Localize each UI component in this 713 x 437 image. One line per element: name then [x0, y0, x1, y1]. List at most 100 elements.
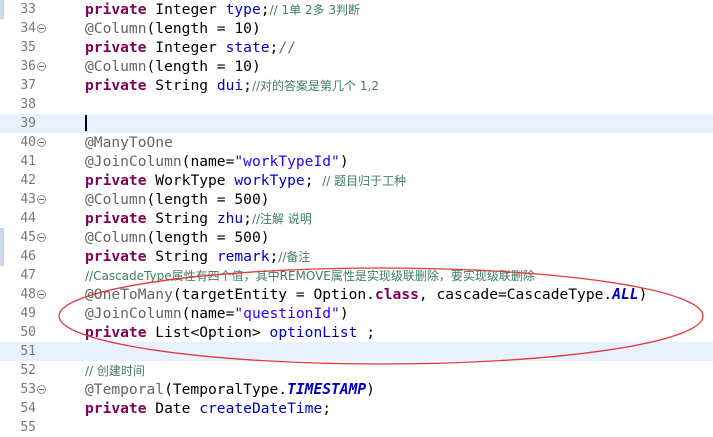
code-line[interactable]: 39 — [0, 114, 713, 133]
code-token: state — [225, 39, 270, 56]
code-line[interactable]: 40 @ManyToOne — [0, 133, 713, 152]
code-token: //备注 — [278, 250, 311, 264]
code-token: Integer — [146, 1, 226, 18]
code-token: workType — [234, 172, 305, 189]
code-line[interactable]: 54 private Date createDateTime; — [0, 399, 713, 418]
code-token: @Column — [85, 191, 147, 208]
code-line[interactable]: 34 @Column(length = 10) — [0, 19, 713, 38]
code-token: @Temporal — [85, 381, 165, 398]
code-token: //对的答案是第几个 1,2 — [251, 79, 379, 93]
code-token: ) — [339, 153, 349, 170]
code-editor[interactable]: 33 private Integer type;// 1单 2多 3判断 34 @Co… — [0, 0, 713, 437]
line-number: 48 — [20, 287, 36, 302]
line-number: 36 — [20, 59, 36, 74]
line-number: 53 — [20, 382, 36, 397]
code-token: @JoinColumn — [85, 153, 182, 170]
code-text: private Integer type;// 1单 2多 3判断 — [85, 0, 360, 20]
code-text: @Temporal(TemporalType.TIMESTAMP) — [85, 380, 375, 399]
line-number: 44 — [20, 211, 36, 226]
code-text: @Column(length = 500) — [85, 228, 270, 247]
code-line[interactable]: 33 private Integer type;// 1单 2多 3判断 — [0, 0, 713, 19]
code-token: (length = 500) — [146, 191, 270, 208]
code-token: private — [85, 248, 147, 265]
code-token: Integer — [146, 39, 226, 56]
code-token: "workTypeId" — [234, 153, 340, 170]
code-line[interactable]: 38 — [0, 95, 713, 114]
fold-toggle-icon[interactable] — [37, 385, 46, 394]
code-token: private — [85, 172, 147, 189]
code-token: ; — [243, 210, 252, 227]
line-number: 40 — [20, 135, 36, 150]
line-number: 34 — [20, 21, 36, 36]
code-token: (length = 500) — [146, 229, 270, 246]
line-number: 55 — [20, 420, 36, 435]
code-token: @ManyToOne — [85, 134, 173, 151]
code-token: ) — [366, 381, 375, 398]
code-token: @Column — [85, 229, 147, 246]
line-number: 38 — [20, 97, 36, 112]
code-token: private — [85, 77, 147, 94]
code-token: String — [146, 210, 217, 227]
code-text: @JoinColumn(name="workTypeId") — [85, 152, 349, 171]
code-token: ; — [260, 1, 270, 18]
code-token: Date — [146, 400, 200, 417]
code-line[interactable]: 36 @Column(length = 10) — [0, 57, 713, 76]
fold-toggle-icon[interactable] — [37, 138, 46, 147]
code-line[interactable]: 53 @Temporal(TemporalType.TIMESTAMP) — [0, 380, 713, 399]
code-token: ; — [269, 248, 279, 265]
code-token: @Column — [85, 20, 147, 37]
code-token: ; — [322, 400, 332, 417]
line-number: 46 — [20, 249, 36, 264]
code-token: private — [85, 39, 147, 56]
line-number: 33 — [20, 2, 36, 17]
code-line[interactable]: 37 private String dui;//对的答案是第几个 1,2 — [0, 76, 713, 95]
line-number: 52 — [20, 363, 36, 378]
code-text: @Column(length = 10) — [85, 19, 261, 38]
code-token: //注解 说明 — [251, 212, 312, 226]
code-token: @Column — [85, 58, 147, 75]
code-token: (TemporalType. — [164, 381, 288, 398]
line-number: 43 — [20, 192, 36, 207]
code-text: private String zhu;//注解 说明 — [85, 209, 312, 229]
line-number: 39 — [20, 116, 36, 131]
code-token: type — [225, 1, 261, 18]
code-token: private — [85, 1, 147, 18]
line-number: 47 — [20, 268, 36, 283]
code-line[interactable]: 55 — [0, 418, 713, 437]
code-text: private Integer state;// — [85, 38, 296, 57]
code-token: ; — [304, 172, 323, 189]
code-token: private — [85, 210, 147, 227]
code-token: // 题目归于工种 — [322, 174, 407, 188]
code-text: @ManyToOne — [85, 133, 173, 152]
fold-toggle-icon[interactable] — [37, 290, 46, 299]
code-token: String — [146, 77, 217, 94]
code-token: (name= — [181, 153, 235, 170]
code-token: (length = 10) — [146, 58, 261, 75]
code-text: @Column(length = 10) — [85, 57, 261, 76]
code-token: WorkType — [146, 172, 235, 189]
code-token: ; — [269, 39, 279, 56]
code-line[interactable]: 41 @JoinColumn(name="workTypeId") — [0, 152, 713, 171]
fold-toggle-icon[interactable] — [37, 233, 46, 242]
code-token: // — [278, 39, 296, 56]
line-number: 41 — [20, 154, 36, 169]
fold-toggle-icon[interactable] — [37, 195, 46, 204]
text-cursor — [85, 115, 87, 131]
line-number: 42 — [20, 173, 36, 188]
code-line[interactable]: 44 private String zhu;//注解 说明 — [0, 209, 713, 228]
fold-toggle-icon[interactable] — [37, 62, 46, 71]
code-text: private Date createDateTime; — [85, 399, 331, 418]
code-token: createDateTime — [199, 400, 323, 417]
code-token: ; — [243, 77, 252, 94]
line-number: 51 — [20, 344, 36, 359]
code-line[interactable]: 42 private WorkType workType; // 题目归于工种 — [0, 171, 713, 190]
code-line[interactable]: 43 @Column(length = 500) — [0, 190, 713, 209]
code-line[interactable]: 45 @Column(length = 500) — [0, 228, 713, 247]
fold-toggle-icon[interactable] — [37, 24, 46, 33]
code-token: zhu — [216, 210, 244, 227]
code-token: private — [85, 400, 147, 417]
code-text: private WorkType workType; // 题目归于工种 — [85, 171, 406, 191]
line-number: 50 — [20, 325, 36, 340]
code-line[interactable]: 35 private Integer state;// — [0, 38, 713, 57]
code-text — [85, 114, 87, 133]
